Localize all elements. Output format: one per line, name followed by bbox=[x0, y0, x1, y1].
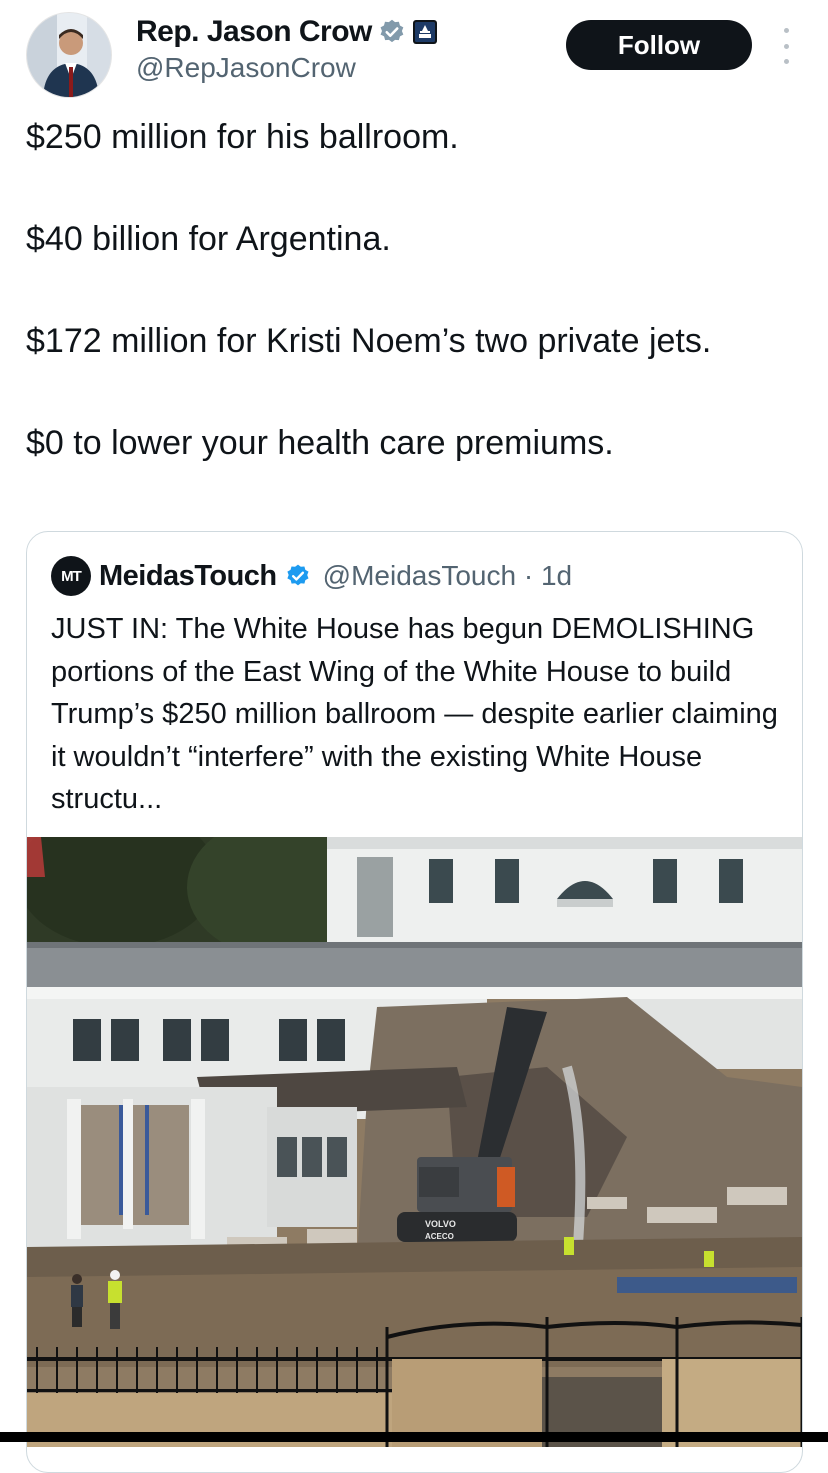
quoted-tweet-card[interactable]: MT MeidasTouch @MeidasTouch · 1d JUST IN… bbox=[26, 531, 803, 1473]
quoted-tweet-header: MT MeidasTouch @MeidasTouch · 1d bbox=[51, 556, 572, 596]
excavator-text: ACECO bbox=[425, 1232, 454, 1241]
quoted-handle-time: @MeidasTouch · 1d bbox=[322, 560, 573, 591]
verified-badge-icon bbox=[287, 564, 309, 586]
tweet-paragraph: $40 billion for Argentina. bbox=[26, 220, 391, 258]
demolition-photo[interactable]: VOLVO ACECO bbox=[27, 837, 802, 1447]
tweet-paragraph: $250 million for his ballroom. bbox=[26, 118, 459, 156]
more-options-icon[interactable] bbox=[776, 28, 796, 64]
meidastouch-logo: MT bbox=[51, 556, 91, 596]
quoted-tweet-text: JUST IN: The White House has begun DEMOL… bbox=[51, 613, 778, 815]
verified-badge-icon bbox=[380, 19, 404, 43]
quoted-author-name[interactable]: MeidasTouch bbox=[99, 560, 277, 593]
tweet-paragraph: $0 to lower your health care premiums. bbox=[26, 424, 614, 462]
follow-button[interactable]: Follow bbox=[566, 20, 752, 70]
tweet-paragraph: $172 million for Kristi Noem’s two priva… bbox=[26, 322, 712, 360]
author-handle[interactable]: @RepJasonCrow bbox=[136, 52, 356, 84]
capitol-icon bbox=[412, 20, 437, 44]
avatar-photo bbox=[27, 13, 111, 97]
author-name-row: Rep. Jason Crow bbox=[136, 14, 438, 50]
author-name[interactable]: Rep. Jason Crow bbox=[136, 15, 372, 49]
author-avatar[interactable] bbox=[26, 12, 112, 98]
tweet-text: $250 million for his ballroom. $40 billi… bbox=[26, 112, 796, 469]
bottom-edge-bar bbox=[0, 1432, 828, 1442]
excavator-brand: VOLVO bbox=[425, 1219, 456, 1229]
